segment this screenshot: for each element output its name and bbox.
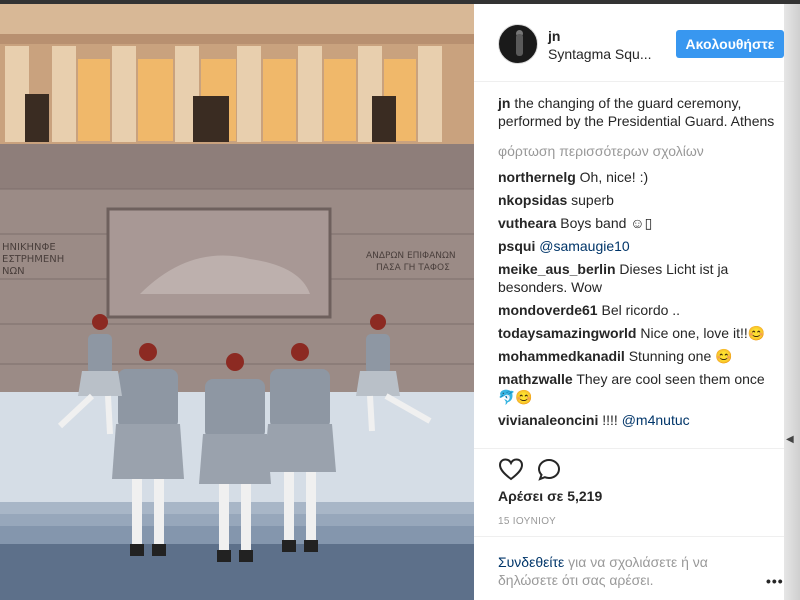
caption: jn the changing of the guard ceremony, p… <box>498 94 782 130</box>
svg-text:ΕΣΤΡΗΜΕΝΗ: ΕΣΤΡΗΜΕΝΗ <box>2 254 64 265</box>
mention-link[interactable]: @m4nutuc <box>622 412 690 428</box>
comment-username[interactable]: meike_aus_berlin <box>498 261 616 277</box>
comment-username[interactable]: vivianaleoncini <box>498 412 598 428</box>
svg-text:ΑΝΔΡΩΝ ΕΠΙΦΑΝΩΝ: ΑΝΔΡΩΝ ΕΠΙΦΑΝΩΝ <box>366 251 456 261</box>
comment-text: Bel ricordo .. <box>601 302 681 318</box>
comment-username[interactable]: todaysamazingworld <box>498 325 636 341</box>
comment-text: Boys band ☺▯ <box>560 215 653 231</box>
login-link[interactable]: Συνδεθείτε <box>498 554 564 570</box>
likes-count[interactable]: Αρέσει σε 5,219 <box>498 488 602 504</box>
heart-icon[interactable] <box>498 457 524 483</box>
photo-scene: ΗΝΙΚΗΝΦΕ ΕΣΤΡΗΜΕΝΗ ΝΩΝ ΑΝΔΡΩΝ ΕΠΙΦΑΝΩΝ Π… <box>0 4 474 600</box>
comment-icon[interactable] <box>536 457 562 483</box>
svg-text:ΝΩΝ: ΝΩΝ <box>2 266 25 277</box>
scroll-arrow-icon[interactable]: ◀ <box>786 435 794 445</box>
post-details-panel: jn Syntagma Squ... Ακολουθήστε jn the ch… <box>474 4 784 600</box>
comment-username[interactable]: psqui <box>498 238 535 254</box>
comment-username[interactable]: mondoverde61 <box>498 302 598 318</box>
header-location[interactable]: Syntagma Squ... <box>548 46 660 62</box>
comment-text: superb <box>571 192 614 208</box>
comment-username[interactable]: northernelg <box>498 169 576 185</box>
comment-item: vivianaleoncini !!!! @m4nutuc <box>498 411 782 429</box>
comment-item: vutheara Boys band ☺▯ <box>498 214 782 232</box>
comment-item: mathzwalle They are cool seen them once … <box>498 370 782 406</box>
svg-text:ΗΝΙΚΗΝΦΕ: ΗΝΙΚΗΝΦΕ <box>2 242 56 253</box>
post-photo[interactable]: ΗΝΙΚΗΝΦΕ ΕΣΤΡΗΜΕΝΗ ΝΩΝ ΑΝΔΡΩΝ ΕΠΙΦΑΝΩΝ Π… <box>0 4 474 600</box>
comment-container: northernelg Oh, nice! :) nkopsidas superb… <box>498 168 782 429</box>
post-header: jn Syntagma Squ... Ακολουθήστε <box>474 4 784 82</box>
comment-text: Oh, nice! :) <box>579 169 649 185</box>
comment-username[interactable]: mathzwalle <box>498 371 573 387</box>
comment-username[interactable]: nkopsidas <box>498 192 567 208</box>
login-text: Συνδεθείτε για να σχολιάσετε ή να δηλώσε… <box>498 553 748 589</box>
comment-item: mondoverde61 Bel ricordo .. <box>498 301 782 319</box>
comment-text: Stunning one 😊 <box>628 348 733 364</box>
load-more-comments-link[interactable]: φόρτωση περισσότερων σχολίων <box>498 142 782 160</box>
post-date: 15 ΙΟΥΝΙΟΥ <box>498 516 556 527</box>
more-options-icon[interactable]: ••• <box>766 573 784 589</box>
comment-item: meike_aus_berlin Dieses Licht ist ja bes… <box>498 260 782 296</box>
avatar[interactable] <box>498 24 538 64</box>
comment-item: nkopsidas superb <box>498 191 782 209</box>
login-prompt: Συνδεθείτε για να σχολιάσετε ή να δηλώσε… <box>474 536 784 600</box>
svg-text:ΠΑΣΑ ΓΗ ΤΑΦΟΣ: ΠΑΣΑ ΓΗ ΤΑΦΟΣ <box>376 263 450 273</box>
avatar-figure <box>516 34 523 56</box>
comment-item: mohammedkanadil Stunning one 😊 <box>498 347 782 365</box>
comments-list: jn the changing of the guard ceremony, p… <box>498 94 782 434</box>
comment-text: @samaugie10 <box>539 238 630 254</box>
caption-text: the changing of the guard ceremony, perf… <box>498 95 775 129</box>
comment-text: Nice one, love it!!😊 <box>640 325 766 341</box>
comment-item: todaysamazingworld Nice one, love it!!😊 <box>498 324 782 342</box>
comment-item: northernelg Oh, nice! :) <box>498 168 782 186</box>
follow-button[interactable]: Ακολουθήστε <box>676 30 784 58</box>
header-username[interactable]: jn <box>548 28 560 44</box>
comment-username[interactable]: mohammedkanadil <box>498 348 625 364</box>
comment-username[interactable]: vutheara <box>498 215 556 231</box>
comment-text: !!!! @m4nutuc <box>602 412 690 428</box>
comment-item: psqui @samaugie10 <box>498 237 782 255</box>
scrollbar[interactable]: ◀ <box>784 4 800 600</box>
caption-username[interactable]: jn <box>498 95 510 111</box>
action-bar <box>474 448 784 488</box>
